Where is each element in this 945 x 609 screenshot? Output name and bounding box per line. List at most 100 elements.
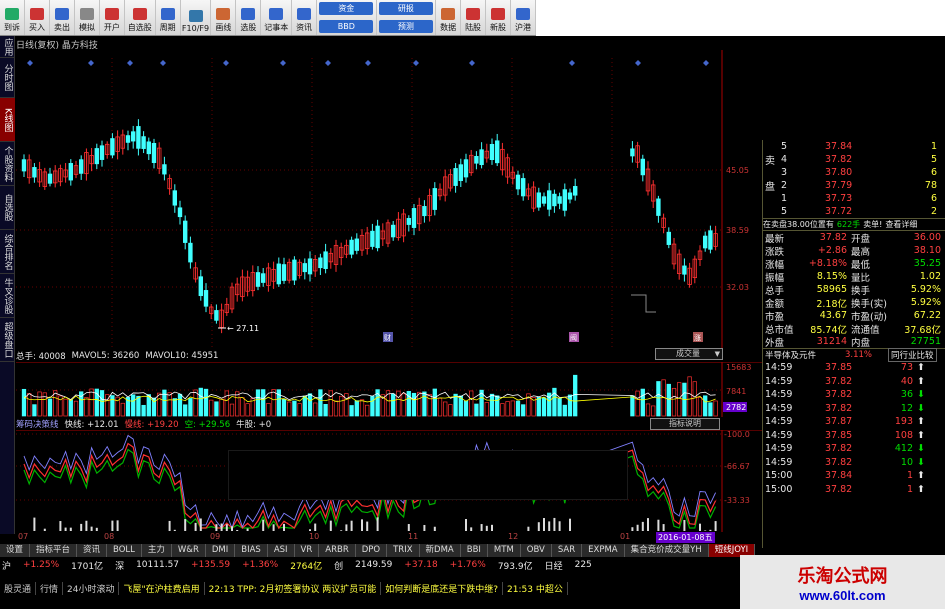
news-item-4[interactable]: 22:13 TPP: 2月初签署协议 两议扩员可能 — [205, 582, 382, 595]
volume-bar — [333, 400, 339, 417]
toolbar-button-9[interactable]: 选股 — [236, 0, 262, 35]
sidebar-tab-4[interactable]: 自选股 — [0, 186, 15, 230]
candle-body — [32, 167, 37, 178]
sidebar-tab-3[interactable]: 个股资料 — [0, 142, 15, 186]
indicator-tab-2[interactable]: 资讯 — [77, 544, 108, 557]
indicator-tab-19[interactable]: 集合竞价成交量YH — [624, 544, 709, 557]
indicator-help-button[interactable]: 指标说明 — [650, 418, 720, 430]
indicator-tab-4[interactable]: 主力 — [141, 544, 172, 557]
indicator-tab-17[interactable]: SAR — [551, 544, 583, 557]
toolbar-group2-btn-0[interactable]: 研报 — [378, 2, 433, 16]
toolbar2-label-3: 沪港 — [515, 23, 532, 32]
news-item-2[interactable]: 24小时滚动 — [63, 582, 120, 595]
toolbar-button-10[interactable]: 记事本 — [261, 0, 293, 35]
volume-bar — [365, 404, 370, 417]
price-tick-1: 38.59 — [726, 226, 749, 235]
sidebar-tab-1[interactable]: 分时图 — [0, 58, 15, 98]
toolbar-group1-btn-1[interactable]: BBD — [319, 19, 374, 33]
toolbar-button-1[interactable]: 买入 — [25, 0, 50, 35]
volume-bar — [370, 396, 375, 417]
candle-body — [547, 190, 552, 210]
volume-indicator-dropdown[interactable]: 成交量 — [655, 348, 723, 360]
indicator-tab-13[interactable]: 新DMA — [419, 544, 461, 557]
volume-bar — [167, 392, 172, 417]
stat-key2: 换手 — [851, 285, 871, 297]
indicator-tab-10[interactable]: ARBR — [319, 544, 356, 557]
toolbar-button-6[interactable]: 周期 — [156, 0, 181, 35]
sidebar-tab-2[interactable]: K线图 — [0, 98, 15, 142]
toolbar-button-2[interactable]: 卖出 — [50, 0, 75, 35]
volume-bar — [573, 374, 578, 417]
sidebar-tab-5[interactable]: 综合排名 — [0, 230, 15, 274]
toolbar-button-0[interactable]: 到诉 — [0, 0, 25, 35]
news-item-1[interactable]: 行情 — [36, 582, 64, 595]
sidebar-tab-6[interactable]: 牛叉诊股 — [0, 274, 15, 318]
kline-chart[interactable]: 45.05 38.59 32.03 ← 27.11 财 阀 涨 — [16, 50, 762, 350]
indicator-bar — [553, 517, 556, 531]
indicator-tab-16[interactable]: OBV — [520, 544, 552, 557]
toolbar-group1: 资金 BBD — [317, 0, 377, 35]
sidebar-tab-7[interactable]: 超级盘口 — [0, 318, 15, 362]
news-item-5[interactable]: 如何判断是底还是下跌中继? — [381, 582, 504, 595]
toolbar-button-4[interactable]: 开户 — [100, 0, 125, 35]
toolbar-button-11[interactable]: 资讯 — [292, 0, 318, 35]
indicator-bar — [641, 521, 644, 531]
indicator-tab-15[interactable]: MTM — [487, 544, 521, 557]
indicator-tab-8[interactable]: ASI — [267, 544, 295, 557]
sidebar-tab-0[interactable]: 应用 — [0, 36, 15, 58]
indicator-bar — [283, 523, 285, 531]
volume-bar — [198, 387, 203, 417]
indicator-bar — [33, 517, 36, 531]
indicator-bar — [537, 522, 540, 531]
indicator-bar — [709, 529, 712, 531]
candle-body — [125, 135, 131, 143]
toolbar-button2-3[interactable]: 沪港 — [511, 0, 537, 35]
toolbar-button-7[interactable]: F10/F9 — [181, 0, 212, 35]
candle-body — [94, 148, 99, 165]
news-item-3[interactable]: 飞屋"在沪柱费启用 — [119, 582, 205, 595]
toolbar-button2-2[interactable]: 新股 — [486, 0, 512, 35]
indicator-tab-14[interactable]: BBI — [460, 544, 488, 557]
indicator-bar — [111, 520, 114, 531]
indicator-tab-12[interactable]: TRIX — [387, 544, 420, 557]
candle-body — [541, 196, 547, 204]
sell-level-5: 5 37.84 1 — [763, 140, 945, 153]
toolbar-group1-btn-0[interactable]: 资金 — [319, 2, 374, 16]
toolbar-button-3[interactable]: 模拟 — [75, 0, 100, 35]
candle-body — [370, 230, 375, 247]
indicator-tab-18[interactable]: EXPMA — [582, 544, 625, 557]
volume-bar — [245, 403, 250, 417]
toolbar-group2-btn-1[interactable]: 预测 — [378, 19, 433, 33]
order-info-line[interactable]: 在卖盘38.00位置有 622手 卖单! 查看详细 — [763, 218, 945, 231]
indicator-tab-9[interactable]: VR — [294, 544, 320, 557]
toolbar-button2-0[interactable]: 数据 — [436, 0, 462, 35]
news-item-0[interactable]: 股灵通 — [0, 582, 37, 595]
low-price-label: ← 27.11 — [227, 324, 259, 333]
indicator-tab-0[interactable]: 设置 — [0, 544, 31, 557]
tick-volume: 193 — [894, 416, 913, 428]
indicator-bar — [548, 521, 551, 531]
toolbar-button2-1[interactable]: 陆股 — [461, 0, 487, 35]
news-item-6[interactable]: 21:53 中超公 — [503, 582, 568, 595]
arrow-down-icon: ⬇ — [917, 389, 925, 401]
industry-compare-button[interactable]: 同行业比较 — [888, 348, 937, 362]
volume-bar — [235, 391, 240, 417]
volume-chart[interactable]: 15683 7841 2782 — [16, 362, 762, 417]
indicator-tab-3[interactable]: BOLL — [107, 544, 142, 557]
indicator-tab-5[interactable]: W&R — [171, 544, 206, 557]
indicator-tab-11[interactable]: DPO — [355, 544, 388, 557]
toolbar-button-5[interactable]: 自选股 — [125, 0, 156, 35]
candle-body — [260, 273, 266, 283]
stat-key2: 内盘 — [851, 337, 871, 349]
indicator-tab-7[interactable]: BIAS — [235, 544, 268, 557]
ticker-item-14: 225 — [574, 560, 592, 570]
date-tick-0: 07 — [18, 532, 29, 541]
volume-bar — [99, 390, 105, 417]
volume-bar — [281, 398, 287, 417]
date-tick-4: 11 — [408, 532, 419, 541]
indicator-tab-1[interactable]: 指标平台 — [30, 544, 78, 557]
volume-bar — [318, 389, 323, 417]
stat-value2: 1.02 — [919, 271, 941, 282]
toolbar-button-8[interactable]: 画线 — [211, 0, 237, 35]
indicator-tab-6[interactable]: DMI — [205, 544, 236, 557]
